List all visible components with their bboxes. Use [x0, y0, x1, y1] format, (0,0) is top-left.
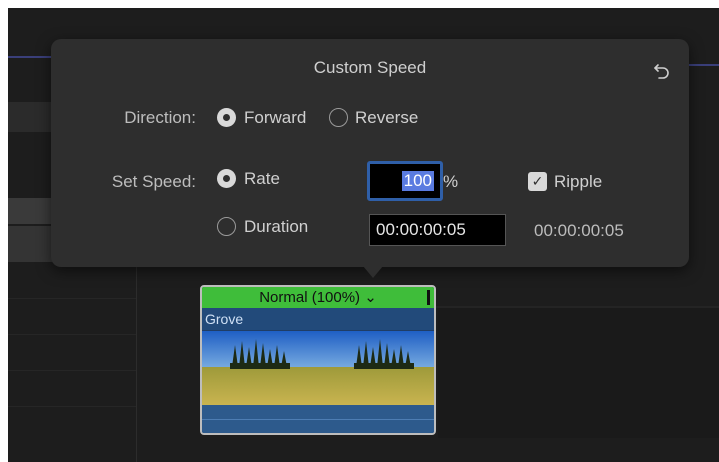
speed-bar[interactable]: Normal (100%) ⌄	[202, 287, 434, 308]
panel-accent-line	[688, 64, 719, 66]
reverse-radio[interactable]	[329, 108, 348, 127]
percent-unit: %	[443, 172, 459, 191]
duration-label[interactable]: Duration	[244, 217, 308, 237]
audio-waveform	[202, 405, 434, 433]
forward-radio[interactable]	[217, 108, 236, 127]
divider	[8, 334, 136, 335]
speed-handle[interactable]	[427, 290, 430, 305]
ripple-label[interactable]: Ripple	[554, 172, 602, 192]
clip-thumbnail	[320, 331, 434, 405]
clip-name: Grove	[202, 308, 434, 330]
popover-title: Custom Speed	[313, 58, 427, 77]
duration-radio[interactable]	[217, 217, 236, 236]
divider	[8, 370, 136, 371]
reverse-label[interactable]: Reverse	[355, 108, 418, 128]
custom-speed-popover: Custom Speed Direction: Forward Reverse …	[51, 39, 689, 267]
timeline-clip[interactable]: Normal (100%) ⌄ Grove	[200, 285, 436, 435]
speed-bar-label[interactable]: Normal (100%) ⌄	[259, 289, 377, 306]
clip-thumbnail	[202, 331, 320, 405]
rate-value[interactable]: 100	[401, 171, 434, 191]
rate-input[interactable]: 100	[367, 161, 443, 201]
divider	[8, 406, 136, 407]
set-speed-label: Set Speed:	[111, 172, 196, 191]
divider	[8, 298, 136, 299]
direction-label: Direction:	[124, 108, 196, 127]
timeline-track	[438, 308, 719, 438]
rate-label[interactable]: Rate	[244, 169, 280, 189]
popover-pointer	[363, 266, 383, 278]
rate-radio[interactable]	[217, 169, 236, 188]
original-duration: 00:00:00:05	[534, 221, 624, 240]
forward-label[interactable]: Forward	[244, 108, 306, 128]
panel-divider	[136, 262, 137, 462]
ripple-checkbox[interactable]: ✓	[528, 172, 547, 191]
waveform-line	[202, 419, 434, 420]
duration-input[interactable]: 00:00:00:05	[369, 214, 506, 246]
revert-arrow-icon[interactable]	[651, 61, 673, 83]
